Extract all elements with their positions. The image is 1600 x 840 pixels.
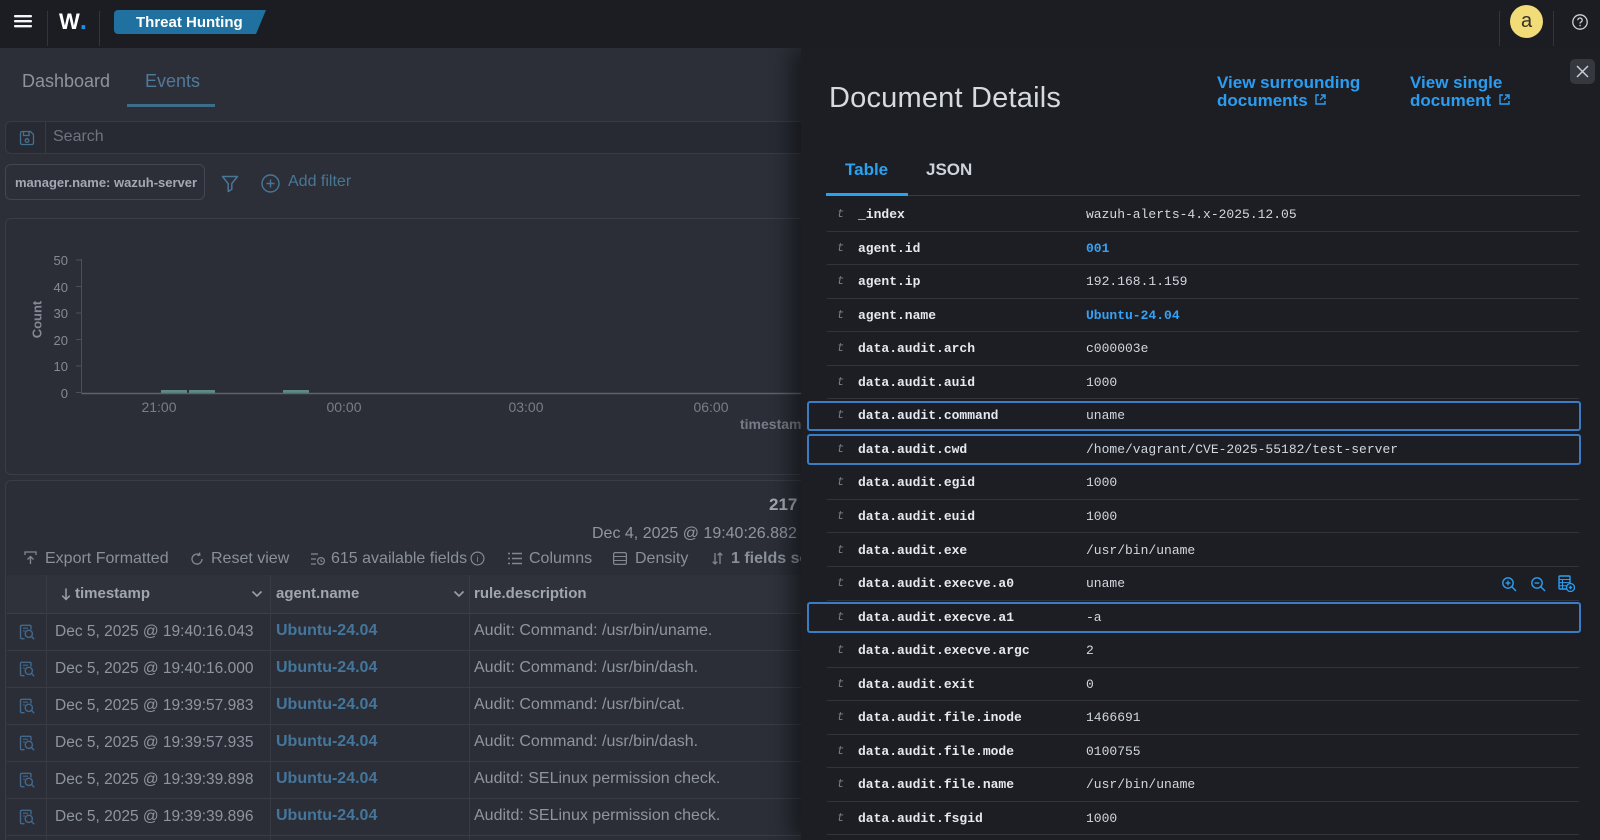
svg-text:i: i	[477, 554, 479, 564]
